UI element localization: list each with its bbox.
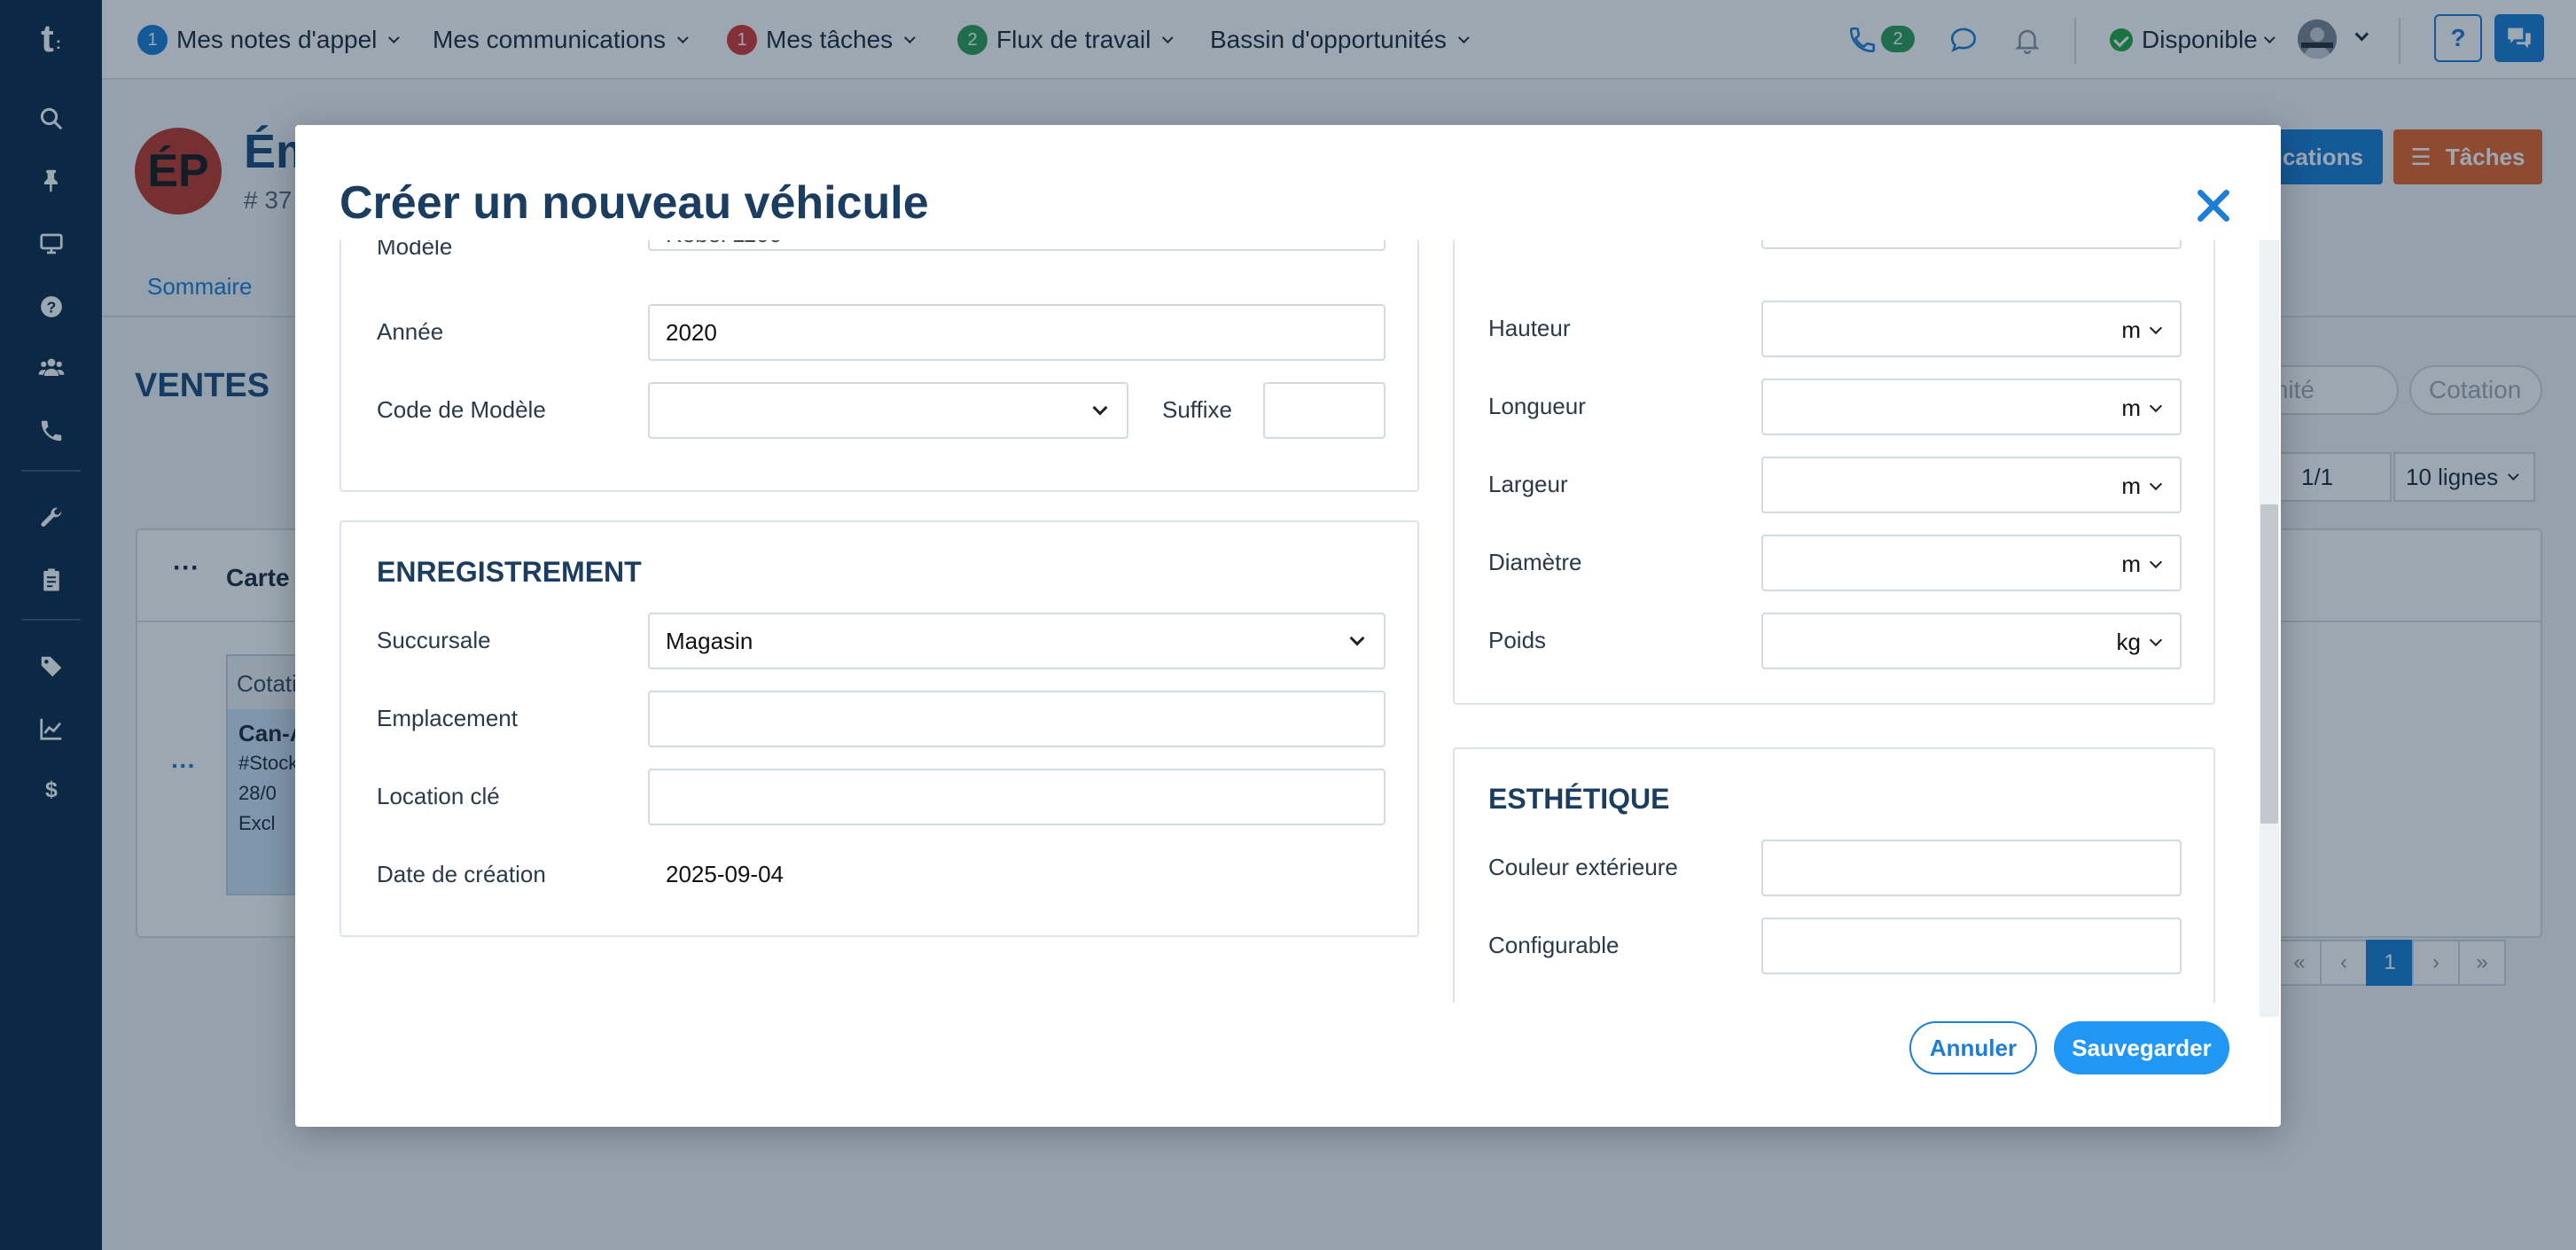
model-value: Rebel 1100 bbox=[666, 240, 782, 248]
width-input[interactable]: m bbox=[1761, 457, 2182, 513]
modal-title: Créer un nouveau véhicule bbox=[340, 177, 929, 229]
model-code-select[interactable] bbox=[648, 382, 1128, 439]
model-label: Modèle bbox=[377, 240, 453, 260]
branch-select[interactable]: Magasin bbox=[648, 613, 1386, 669]
chevron-down-icon bbox=[2149, 477, 2163, 491]
save-button[interactable]: Sauvegarder bbox=[2054, 1021, 2229, 1074]
diameter-label: Diamètre bbox=[1488, 549, 1582, 575]
year-label: Année bbox=[377, 318, 444, 345]
configurable-input[interactable] bbox=[1761, 918, 2182, 974]
modal-scrollbar-thumb[interactable] bbox=[2260, 504, 2278, 824]
location-input[interactable] bbox=[648, 691, 1386, 747]
cancel-button[interactable]: Annuler bbox=[1909, 1021, 2037, 1074]
length-unit[interactable]: m bbox=[2121, 395, 2141, 422]
width-unit[interactable]: m bbox=[2121, 473, 2141, 500]
dimensions-panel: Hauteur m Longueur m Largeur m Diamètre … bbox=[1453, 240, 2215, 705]
creation-date-value: 2025-09-04 bbox=[666, 861, 784, 887]
width-label: Largeur bbox=[1488, 471, 1568, 497]
location-label: Emplacement bbox=[377, 705, 518, 731]
modal-scroll-area[interactable]: Modèle Rebel 1100 Année 2020 Code de Mod… bbox=[295, 240, 2281, 1003]
weight-label: Poids bbox=[1488, 627, 1547, 653]
branch-value: Magasin bbox=[666, 627, 753, 654]
chevron-down-icon bbox=[1349, 630, 1365, 646]
vehicle-info-panel: Modèle Rebel 1100 Année 2020 Code de Mod… bbox=[340, 240, 1419, 492]
key-location-label: Location clé bbox=[377, 783, 500, 809]
exterior-color-label: Couleur extérieure bbox=[1488, 854, 1678, 880]
length-label: Longueur bbox=[1488, 393, 1586, 419]
configurable-label: Configurable bbox=[1488, 932, 1620, 958]
chevron-down-icon bbox=[2149, 555, 2163, 569]
height-unit[interactable]: m bbox=[2121, 316, 2141, 344]
length-input[interactable]: m bbox=[1761, 379, 2182, 435]
model-input[interactable]: Rebel 1100 bbox=[648, 240, 1386, 251]
branch-label: Succursale bbox=[377, 627, 491, 653]
chevron-down-icon bbox=[2149, 321, 2163, 335]
close-icon[interactable] bbox=[2190, 182, 2237, 230]
suffix-input[interactable] bbox=[1263, 382, 1386, 439]
diameter-unit[interactable]: m bbox=[2121, 551, 2141, 578]
chevron-down-icon bbox=[2149, 399, 2163, 413]
diameter-input[interactable]: m bbox=[1761, 535, 2182, 591]
model-code-label: Code de Modèle bbox=[377, 396, 546, 423]
exterior-color-input[interactable] bbox=[1761, 840, 2182, 896]
aesthetic-panel: ESTHÉTIQUE Couleur extérieure Configurab… bbox=[1453, 747, 2215, 1003]
chevron-down-icon bbox=[2149, 633, 2163, 647]
suffix-label: Suffixe bbox=[1162, 396, 1233, 423]
registration-title: ENREGISTREMENT bbox=[377, 556, 642, 588]
height-input[interactable]: m bbox=[1761, 301, 2182, 357]
create-vehicle-modal: Créer un nouveau véhicule Modèle Rebel 1… bbox=[295, 125, 2281, 1127]
weight-input[interactable]: kg bbox=[1761, 613, 2182, 669]
height-label: Hauteur bbox=[1488, 315, 1571, 341]
year-input[interactable]: 2020 bbox=[648, 304, 1386, 361]
weight-unit[interactable]: kg bbox=[2117, 629, 2141, 656]
creation-date-label: Date de création bbox=[377, 861, 546, 887]
aesthetic-title: ESTHÉTIQUE bbox=[1488, 783, 1670, 815]
key-location-input[interactable] bbox=[648, 769, 1386, 825]
chevron-down-icon bbox=[1092, 400, 1108, 416]
dimension-input-top[interactable] bbox=[1761, 240, 2182, 249]
registration-panel: ENREGISTREMENT Succursale Magasin Emplac… bbox=[340, 520, 1419, 937]
